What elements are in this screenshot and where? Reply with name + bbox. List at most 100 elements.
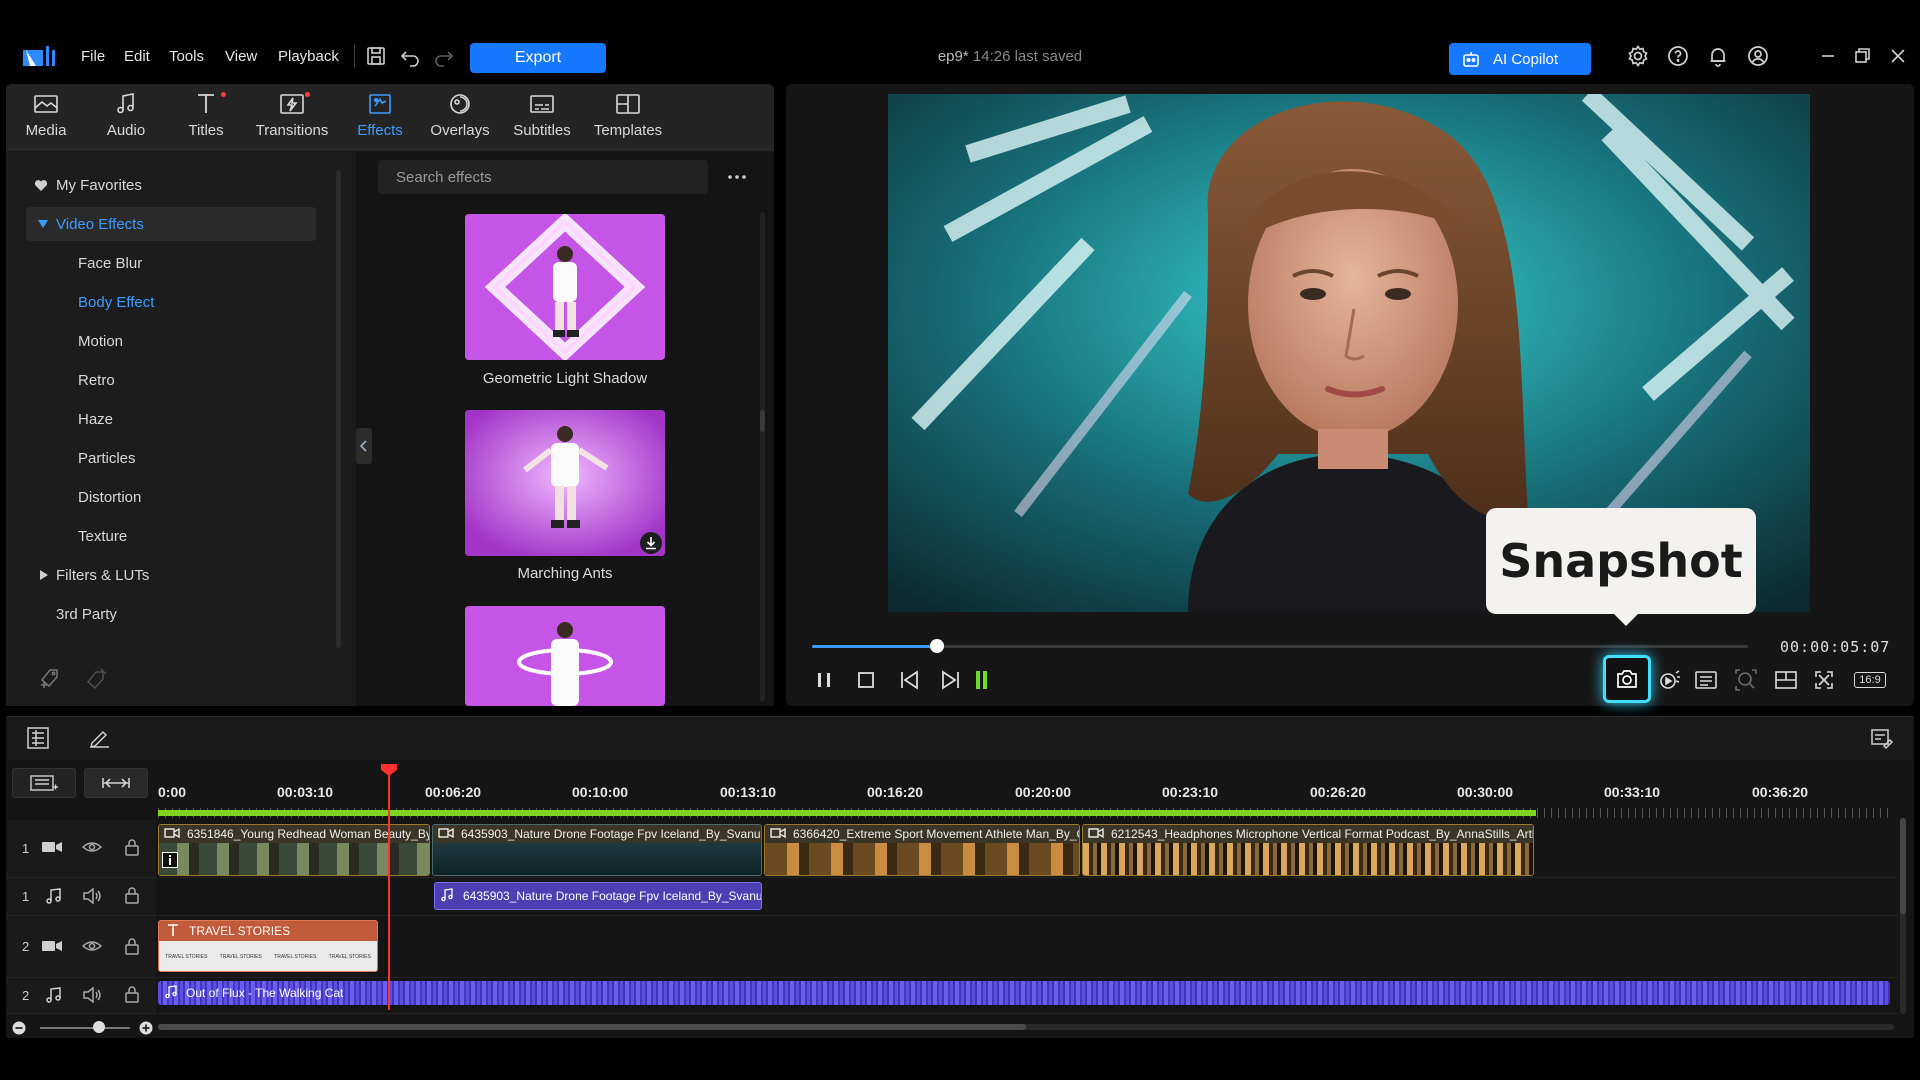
tree-item-particles[interactable]: Particles — [78, 441, 136, 475]
info-icon[interactable] — [162, 852, 178, 868]
tree-item-retro[interactable]: Retro — [78, 363, 115, 397]
tree-item-filters-luts[interactable]: Filters & LUTs — [40, 558, 149, 592]
next-frame-icon[interactable] — [936, 666, 964, 694]
effects-scrollbar-thumb[interactable] — [760, 410, 765, 432]
zoom-slider-handle[interactable] — [93, 1021, 105, 1033]
video-clip-icon — [1088, 827, 1104, 839]
audio-clip[interactable]: 6435903_Nature Drone Footage Fpv Iceland… — [434, 882, 762, 910]
new-badge — [221, 92, 226, 97]
playhead[interactable] — [388, 764, 390, 1010]
effects-scrollbar[interactable] — [760, 212, 765, 702]
tab-templates[interactable]: Templates — [588, 92, 668, 146]
audio-level-meter-icon — [968, 666, 996, 694]
add-tag-icon[interactable] — [38, 666, 64, 690]
lock-icon[interactable] — [124, 838, 140, 856]
effect-thumbnail-3[interactable] — [465, 606, 665, 706]
timeline-settings-icon[interactable] — [1868, 724, 1896, 752]
tree-item-distortion[interactable]: Distortion — [78, 480, 141, 514]
minimize-icon[interactable] — [1816, 44, 1840, 68]
search-effects-input[interactable]: Search effects — [378, 160, 708, 194]
tree-item-face-blur[interactable]: Face Blur — [78, 246, 142, 280]
fit-timeline-button[interactable] — [84, 768, 148, 798]
lock-icon[interactable] — [124, 937, 140, 955]
tree-item-video-effects[interactable]: Video Effects — [38, 207, 144, 241]
seek-bar-handle[interactable] — [930, 639, 944, 653]
track-manager-icon[interactable] — [24, 724, 52, 752]
bell-icon[interactable] — [1706, 44, 1730, 68]
menu-playback[interactable]: Playback — [278, 48, 339, 65]
menu-file[interactable]: File — [81, 48, 105, 65]
help-icon[interactable] — [1666, 44, 1690, 68]
download-icon[interactable] — [640, 532, 662, 554]
menu-tools[interactable]: Tools — [169, 48, 204, 65]
eye-icon[interactable] — [82, 839, 102, 855]
tab-subtitles[interactable]: Subtitles — [502, 92, 582, 146]
tab-overlays[interactable]: Overlays — [420, 92, 500, 146]
speaker-icon[interactable] — [82, 888, 102, 904]
stop-icon[interactable] — [852, 666, 880, 694]
tab-transitions[interactable]: Transitions — [252, 92, 332, 146]
more-options-icon[interactable] — [724, 166, 750, 188]
zoom-slider[interactable] — [40, 1027, 130, 1029]
menu-edit[interactable]: Edit — [124, 48, 150, 65]
timeline-horizontal-scrollbar-thumb[interactable] — [158, 1024, 1026, 1030]
effect-thumbnail-geometric-light-shadow[interactable] — [465, 214, 665, 360]
video-clip[interactable]: 6366420_Extreme Sport Movement Athlete M… — [764, 824, 1080, 876]
caret-right-icon — [40, 570, 48, 580]
tree-scrollbar[interactable] — [336, 170, 341, 648]
tab-media[interactable]: Media — [6, 92, 86, 146]
video-clip[interactable]: 6212543_Headphones Microphone Vertical F… — [1082, 824, 1534, 876]
tab-audio[interactable]: Audio — [86, 92, 166, 146]
eye-icon[interactable] — [82, 938, 102, 954]
export-button[interactable]: Export — [470, 43, 606, 73]
seek-bar[interactable] — [812, 645, 1748, 648]
add-track-button[interactable] — [12, 768, 76, 798]
zoom-in-icon[interactable] — [139, 1021, 153, 1035]
ruler-label: 0:00 — [158, 784, 187, 800]
menu-view[interactable]: View — [225, 48, 257, 65]
redo-icon[interactable] — [432, 44, 456, 68]
speaker-icon[interactable] — [82, 987, 102, 1003]
snapshot-button[interactable] — [1603, 655, 1651, 703]
lock-icon[interactable] — [124, 985, 140, 1003]
timeline-vertical-scrollbar-thumb[interactable] — [1900, 818, 1906, 914]
tab-titles[interactable]: Titles — [166, 92, 246, 146]
restore-icon[interactable] — [1850, 44, 1874, 68]
close-icon[interactable] — [1886, 44, 1910, 68]
title-clip[interactable]: TRAVEL STORIES TRAVEL STORIES TRAVEL STO… — [158, 920, 378, 972]
save-icon[interactable] — [364, 44, 388, 68]
tree-item-haze[interactable]: Haze — [78, 402, 113, 436]
previous-frame-icon[interactable] — [896, 666, 924, 694]
aspect-ratio-button[interactable]: 16:9 — [1850, 666, 1890, 694]
tree-item-texture[interactable]: Texture — [78, 519, 127, 553]
robot-icon — [1461, 49, 1481, 69]
video-clip[interactable]: 6435903_Nature Drone Footage Fpv Iceland… — [432, 824, 762, 876]
playback-speed-icon[interactable] — [1656, 666, 1684, 694]
caret-down-icon — [38, 220, 48, 228]
subtitles-preview-icon[interactable] — [1692, 666, 1720, 694]
tree-item-my-favorites[interactable]: My Favorites — [34, 168, 142, 202]
fullscreen-icon[interactable] — [1810, 666, 1838, 694]
collapse-panel-handle[interactable] — [356, 428, 372, 464]
ai-copilot-button[interactable]: AI Copilot — [1449, 43, 1591, 75]
pause-icon[interactable] — [810, 666, 838, 694]
music-clip[interactable]: Out of Flux - The Walking Cat — [158, 981, 1890, 1005]
tree-item-motion[interactable]: Motion — [78, 324, 123, 358]
tab-label: Transitions — [255, 122, 329, 139]
tree-item-body-effect[interactable]: Body Effect — [78, 285, 154, 319]
account-icon[interactable] — [1746, 44, 1770, 68]
gear-icon[interactable] — [1626, 44, 1650, 68]
effect-thumbnail-marching-ants[interactable] — [465, 410, 665, 556]
track-row-video-2 — [158, 916, 1898, 978]
edit-pen-icon[interactable] — [86, 724, 114, 752]
tree-item-3rd-party[interactable]: 3rd Party — [56, 597, 117, 631]
music-clip-icon — [440, 888, 454, 902]
zoom-out-icon[interactable] — [12, 1021, 26, 1035]
tab-effects[interactable]: Effects — [340, 92, 420, 146]
title-t-icon — [192, 92, 220, 116]
undo-icon[interactable] — [398, 44, 422, 68]
layout-icon[interactable] — [1772, 666, 1800, 694]
track-number: 1 — [22, 889, 30, 904]
clip-thumbnails — [765, 843, 1079, 875]
lock-icon[interactable] — [124, 886, 140, 904]
